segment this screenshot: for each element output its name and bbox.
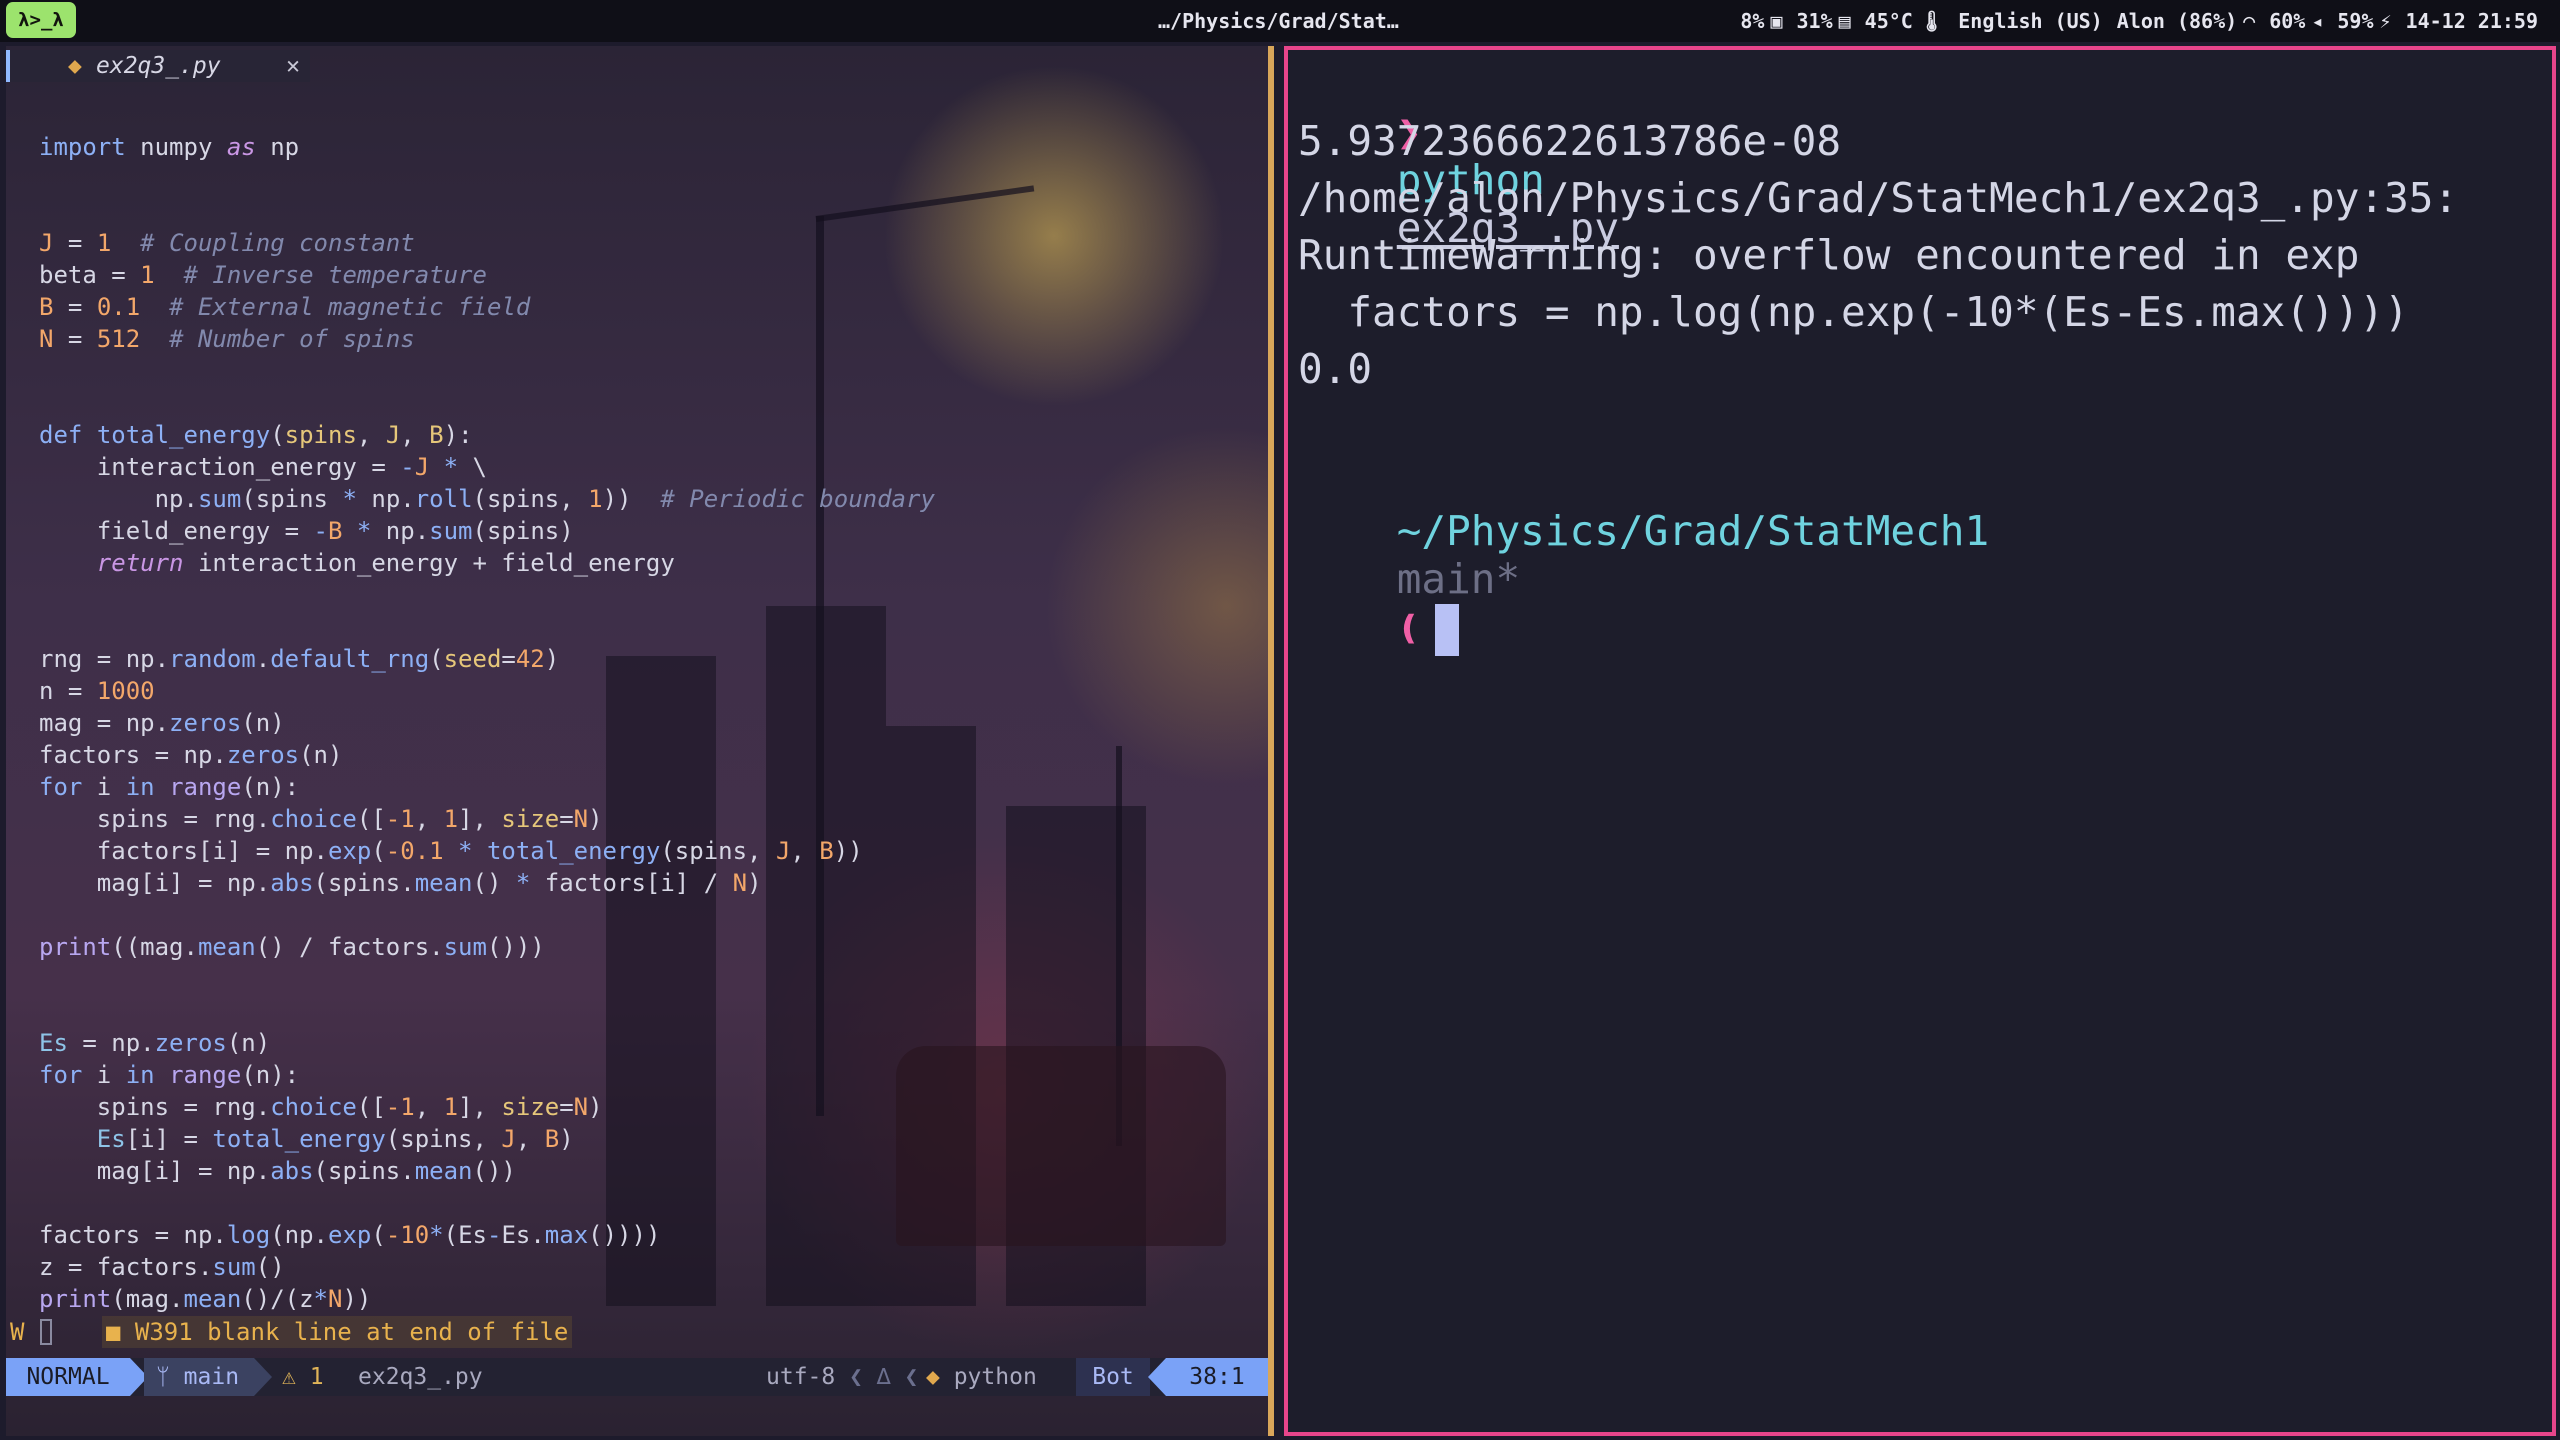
wifi-icon: ◠	[2243, 9, 2256, 33]
thermometer-icon: 🌡	[1918, 9, 1945, 33]
code-line: J = 1 # Coupling constant	[39, 229, 415, 257]
volume-status[interactable]: 59% ⚡	[2337, 9, 2391, 33]
wifi-value: Alon (86%)	[2116, 9, 2238, 33]
current-directory: ~/Physics/Grad/StatMech1	[1396, 507, 1990, 555]
statusline-filename: ex2q3_.py	[358, 1364, 483, 1390]
wallpaper-car	[896, 1046, 1226, 1246]
cpu-status[interactable]: 8% ▣	[1740, 9, 1782, 33]
code-line: B = 0.1 # External magnetic field	[39, 293, 531, 321]
code-line: Es[i] = total_energy(spins, J, B)	[96, 1125, 574, 1153]
warning-count: ⚠ 1	[282, 1364, 324, 1390]
code-line: spins = rng.choice([-1, 1], size=N)	[39, 1093, 603, 1121]
shell-prompt[interactable]: ~/Physics/Grad/StatMech1 main* ❪	[1298, 459, 1989, 704]
code-line: Es = np.zeros(n)	[39, 1029, 271, 1057]
file-encoding: utf-8 ❮ ∆ ❮	[766, 1358, 918, 1396]
editor-statusline: NORMAL ᛘ main ⚠ 1 ex2q3_.py utf-8 ❮ ∆ ❮ …	[6, 1358, 1268, 1396]
tab-filename: ex2q3_.py	[96, 53, 221, 79]
tab-file[interactable]: ◆ ex2q3_.py ✕	[6, 50, 310, 82]
diagnostic-message: ■ W391 blank line at end of file	[102, 1316, 573, 1348]
code-line: mag[i] = np.abs(spins.mean())	[39, 1157, 516, 1185]
output-line: 0.0	[1298, 345, 1373, 393]
wallpaper-building	[766, 606, 886, 1306]
code-line: beta = 1 # Inverse temperature	[39, 261, 487, 289]
diagnostic-line: W ■ W391 blank line at end of file	[6, 1316, 906, 1348]
git-status: main*	[1396, 555, 1521, 603]
code-line: return interaction_energy + field_energy	[96, 549, 675, 577]
code-line: mag = np.zeros(n)	[39, 709, 285, 737]
file-type: ◆ python	[926, 1358, 1037, 1396]
top-bar: λ>_λ …/Physics/Grad/Stat… 8% ▣ 31% ▤ 45°C 🌡…	[0, 0, 2560, 42]
wallpaper-street-lamp	[816, 216, 824, 1116]
code-line: np.sum(spins * np.roll(spins, 1)) # Peri…	[39, 485, 935, 513]
prompt-symbol-icon: ❪	[1396, 603, 1422, 651]
terminal-cursor	[1435, 604, 1460, 656]
cpu-icon: ▣	[1770, 9, 1783, 33]
wallpaper-street-lamp	[815, 185, 1035, 222]
code-line: factors[i] = np.exp(-0.1 * total_energy(…	[39, 837, 863, 865]
cpu-value: 8%	[1740, 9, 1765, 33]
code-line: import numpy as np	[39, 133, 300, 161]
code-line: z = factors.sum()	[39, 1253, 285, 1281]
text-cursor	[40, 1319, 52, 1345]
wallpaper-building	[606, 656, 716, 1306]
python-icon: ◆	[926, 1364, 954, 1390]
code-line: n = 1000	[39, 677, 155, 705]
editor-pane[interactable]: ◆ ex2q3_.py ✕ import numpy as np J = 1 # …	[6, 46, 1274, 1436]
code-line: def total_energy(spins, J, B):	[39, 421, 473, 449]
keyboard-layout[interactable]: English (US)	[1958, 9, 2103, 33]
code-line: spins = rng.choice([-1, 1], size=N)	[39, 805, 603, 833]
terminal-pane[interactable]: ❯ python ex2q3_.py 5.9372366622613786e-0…	[1284, 46, 2556, 1436]
code-line: rng = np.random.default_rng(seed=42)	[39, 645, 560, 673]
mode-indicator: NORMAL	[6, 1358, 148, 1396]
scroll-position: Bot	[1076, 1358, 1150, 1396]
warning-sign: W	[10, 1318, 25, 1346]
memory-icon: ▤	[1838, 9, 1851, 33]
volume-value: 59%	[2337, 9, 2374, 33]
code-line: for i in range(n):	[39, 1061, 300, 1089]
system-status: 8% ▣ 31% ▤ 45°C 🌡 English (US) Alon (86%) ◠ …	[1740, 9, 2538, 33]
speaker-icon: ◂	[2311, 9, 2324, 33]
code-line: print((mag.mean() / factors.sum()))	[39, 933, 545, 961]
window-title: …/Physics/Grad/Stat…	[1158, 9, 1399, 33]
separator-icon: ❮ ∆ ❮	[835, 1364, 919, 1390]
temperature-value: 45°C	[1864, 9, 1913, 33]
output-line: factors = np.log(np.exp(-10*(Es-Es.max()…	[1298, 288, 2409, 336]
memory-value: 31%	[1796, 9, 1833, 33]
code-line: field_energy = -B * np.sum(spins)	[39, 517, 574, 545]
branch-name: main	[183, 1364, 240, 1390]
temperature-status[interactable]: 45°C 🌡	[1865, 9, 1945, 33]
cursor-position: 38:1	[1148, 1358, 1268, 1396]
code-line: factors = np.log(np.exp(-10*(Es-Es.max()…	[39, 1221, 661, 1249]
output-line: /home/alon/Physics/Grad/StatMech1/ex2q3_…	[1298, 174, 2459, 222]
git-branch: ᛘ main	[144, 1358, 272, 1396]
git-branch-icon: ᛘ	[156, 1364, 184, 1390]
output-line: 5.9372366622613786e-08	[1298, 117, 1842, 165]
brightness-status[interactable]: 60% ◂	[2269, 9, 2323, 33]
code-line: factors = np.zeros(n)	[39, 741, 343, 769]
code-line: print(mag.mean()/(z*N))	[39, 1285, 372, 1313]
brightness-value: 60%	[2269, 9, 2306, 33]
code-line: N = 512 # Number of spins	[39, 325, 415, 353]
launcher-logo[interactable]: λ>_λ	[6, 2, 76, 38]
output-line: RuntimeWarning: overflow encountered in …	[1298, 231, 2360, 279]
encoding-value: utf-8	[766, 1364, 836, 1390]
wifi-status[interactable]: Alon (86%) ◠	[2117, 9, 2255, 33]
filetype-value: python	[953, 1364, 1037, 1390]
power-plug-icon: ⚡	[2379, 9, 2392, 33]
clock[interactable]: 14-12 21:59	[2406, 9, 2538, 33]
python-file-icon: ◆	[68, 53, 82, 79]
code-line: interaction_energy = -J * \	[39, 453, 487, 481]
memory-status[interactable]: 31% ▤	[1797, 9, 1851, 33]
code-line: mag[i] = np.abs(spins.mean() * factors[i…	[39, 869, 762, 897]
close-icon[interactable]: ✕	[286, 50, 300, 82]
code-line: for i in range(n):	[39, 773, 300, 801]
